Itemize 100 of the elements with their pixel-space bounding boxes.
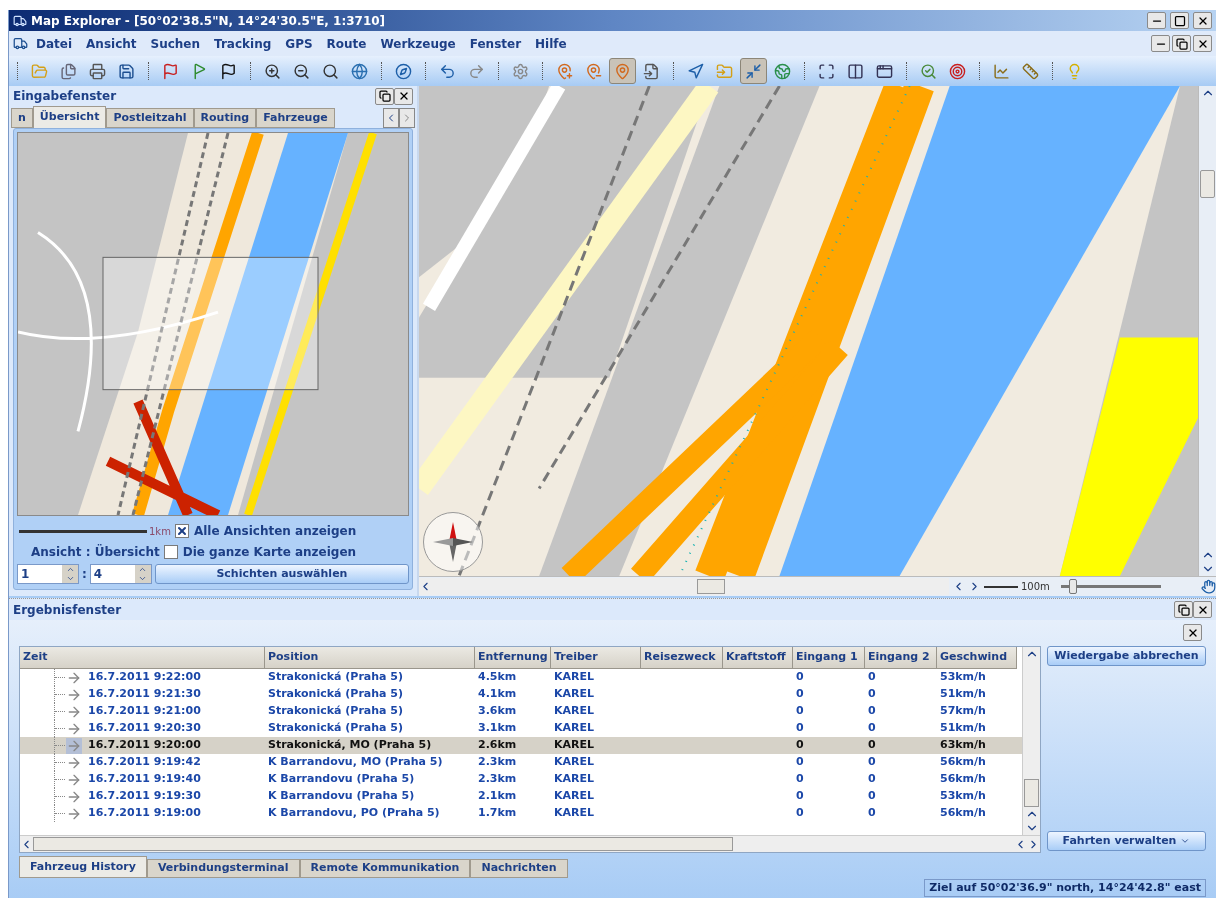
minimize-button[interactable] [1147, 12, 1166, 29]
spin-down-icon [65, 574, 75, 583]
menu-item[interactable]: Datei [30, 34, 79, 53]
ruler-icon [1022, 62, 1039, 80]
table-cell: 0 [868, 805, 876, 822]
table-cell: Strakonická, MO (Praha 5) [268, 737, 432, 754]
undo-icon [439, 62, 456, 80]
table-cell: 3.6km [478, 703, 517, 720]
panel-title: Ergebnisfenster [13, 601, 122, 619]
bottom-tab[interactable]: Verbindungsterminal [146, 859, 300, 878]
fullscreen-icon [818, 62, 835, 80]
pin-icon [614, 62, 631, 80]
close-button[interactable] [394, 87, 413, 105]
close-button[interactable] [1183, 624, 1202, 641]
menu-item[interactable]: Ansicht [80, 34, 143, 53]
table-cell: 0 [868, 669, 876, 686]
vertical-scrollbar[interactable] [1022, 647, 1040, 835]
pin-minus-icon [585, 62, 602, 80]
scroll-thumb[interactable] [697, 579, 725, 594]
bottom-tab[interactable]: Nachrichten [470, 859, 568, 878]
panel-tab[interactable]: Übersicht [32, 106, 107, 128]
scroll-thumb[interactable] [33, 837, 733, 851]
bottom-tab[interactable]: Remote Kommunikation [299, 859, 471, 878]
table-cell: 16.7.2011 9:21:30 [88, 686, 201, 703]
scroll-thumb[interactable] [1024, 779, 1039, 807]
slider-thumb[interactable] [1068, 579, 1077, 594]
number-spinner[interactable]: 4 [89, 564, 152, 584]
column-header[interactable]: Treiber [551, 647, 641, 669]
select-layers-button[interactable]: Schichten auswählen [154, 564, 409, 584]
panel-tab[interactable]: Fahrzeuge [256, 108, 335, 128]
menu-item[interactable]: Suchen [144, 34, 207, 53]
column-header[interactable]: Entfernung [475, 647, 551, 669]
number-spinner[interactable]: 1 [17, 564, 79, 584]
table-cell: 0 [796, 788, 804, 805]
table-cell: 0 [796, 720, 804, 737]
menu-item[interactable]: GPS [279, 34, 319, 53]
column-header[interactable]: Geschwind [937, 647, 1017, 669]
close-button[interactable] [1193, 12, 1212, 29]
folder-icon [31, 62, 48, 80]
panel-tab[interactable]: n [11, 108, 33, 128]
table-row[interactable]: 16.7.2011 9:20:00 Strakonická, MO (Praha 5) 2.6km KAREL 0 0 63km/h [20, 737, 1022, 754]
menu-item[interactable]: Werkzeuge [374, 34, 462, 53]
scale-bar [984, 585, 1018, 588]
table-row[interactable]: 16.7.2011 9:19:00 K Barrandovu, PO (Praha 5) 1.7km KAREL 0 0 56km/h [20, 805, 1022, 822]
table-cell: KAREL [554, 754, 595, 771]
menu-item[interactable]: Fenster [463, 34, 528, 53]
table-cell: 0 [796, 737, 804, 754]
panel-title: Eingabefenster [13, 88, 117, 105]
float-button[interactable] [375, 87, 394, 105]
status-text: Ziel auf 50°02'36.9" north, 14°24'42.8" east [924, 878, 1206, 897]
float-icon [378, 90, 391, 102]
table-cell: 2.3km [478, 771, 517, 788]
menu-item[interactable]: Hilfe [529, 34, 573, 53]
horizontal-scrollbar[interactable] [20, 835, 1040, 852]
table-cell: 0 [868, 720, 876, 737]
table-row[interactable]: 16.7.2011 9:19:42 K Barrandovu, MO (Praha 5) 2.3km KAREL 0 0 56km/h [20, 754, 1022, 771]
column-header[interactable]: Position [265, 647, 475, 669]
column-header[interactable]: Reisezweck [641, 647, 723, 669]
column-header[interactable]: Kraftstoff [723, 647, 793, 669]
float-button[interactable] [1174, 601, 1193, 618]
column-header[interactable]: Eingang 2 [865, 647, 937, 669]
restore-button[interactable] [1172, 35, 1191, 52]
column-header[interactable]: Zeit [20, 647, 265, 669]
close-button[interactable] [1193, 601, 1212, 618]
arrows-icon [745, 62, 762, 80]
menu-item[interactable]: Route [320, 34, 373, 53]
table-cell: 16.7.2011 9:20:00 [88, 737, 201, 754]
horizontal-scrollbar[interactable] [419, 578, 949, 595]
table-row[interactable]: 16.7.2011 9:21:30 Strakonická (Praha 5) 4.1km KAREL 0 0 51km/h [20, 686, 1022, 703]
bottom-tab[interactable]: Fahrzeug History [19, 856, 147, 878]
table-cell: KAREL [554, 771, 595, 788]
stop-playback-button[interactable]: Wiedergabe abbrechen [1047, 646, 1206, 666]
table-cell: KAREL [554, 703, 595, 720]
table-cell: KAREL [554, 788, 595, 805]
table-row[interactable]: 16.7.2011 9:22:00 Strakonická (Praha 5) 4.5km KAREL 0 0 53km/h [20, 669, 1022, 686]
manage-trips-button[interactable]: Fahrten verwalten [1047, 831, 1206, 851]
settings-icon [512, 62, 529, 80]
table-cell: KAREL [554, 737, 595, 754]
printer-icon [89, 62, 106, 80]
hand-icon[interactable] [1201, 579, 1216, 594]
table-cell: 0 [868, 737, 876, 754]
vertical-scrollbar[interactable] [1198, 86, 1216, 576]
checkbox[interactable] [163, 545, 178, 559]
navigation-icon [687, 62, 704, 80]
panel-tab[interactable]: Postleitzahl [106, 108, 194, 128]
scroll-thumb[interactable] [1200, 170, 1215, 198]
table-cell: 16.7.2011 9:19:00 [88, 805, 201, 822]
maximize-button[interactable] [1170, 12, 1189, 29]
column-header[interactable]: Eingang 1 [793, 647, 865, 669]
menu-item[interactable]: Tracking [208, 34, 278, 53]
table-cell: 16.7.2011 9:20:30 [88, 720, 201, 737]
pin-plus-icon [556, 62, 573, 80]
scale-label: 1km [149, 524, 171, 539]
checkbox[interactable] [174, 524, 189, 538]
table-row[interactable]: 16.7.2011 9:21:00 Strakonická (Praha 5) 3.6km KAREL 0 0 57km/h [20, 703, 1022, 720]
minimize-button[interactable] [1151, 35, 1170, 52]
table-row[interactable]: 16.7.2011 9:19:30 K Barrandovu (Praha 5) 2.1km KAREL 0 0 53km/h [20, 788, 1022, 805]
table-row[interactable]: 16.7.2011 9:19:40 K Barrandovu (Praha 5) 2.3km KAREL 0 0 56km/h [20, 771, 1022, 788]
close-button[interactable] [1193, 35, 1212, 52]
panel-tab[interactable]: Routing [193, 108, 257, 128]
